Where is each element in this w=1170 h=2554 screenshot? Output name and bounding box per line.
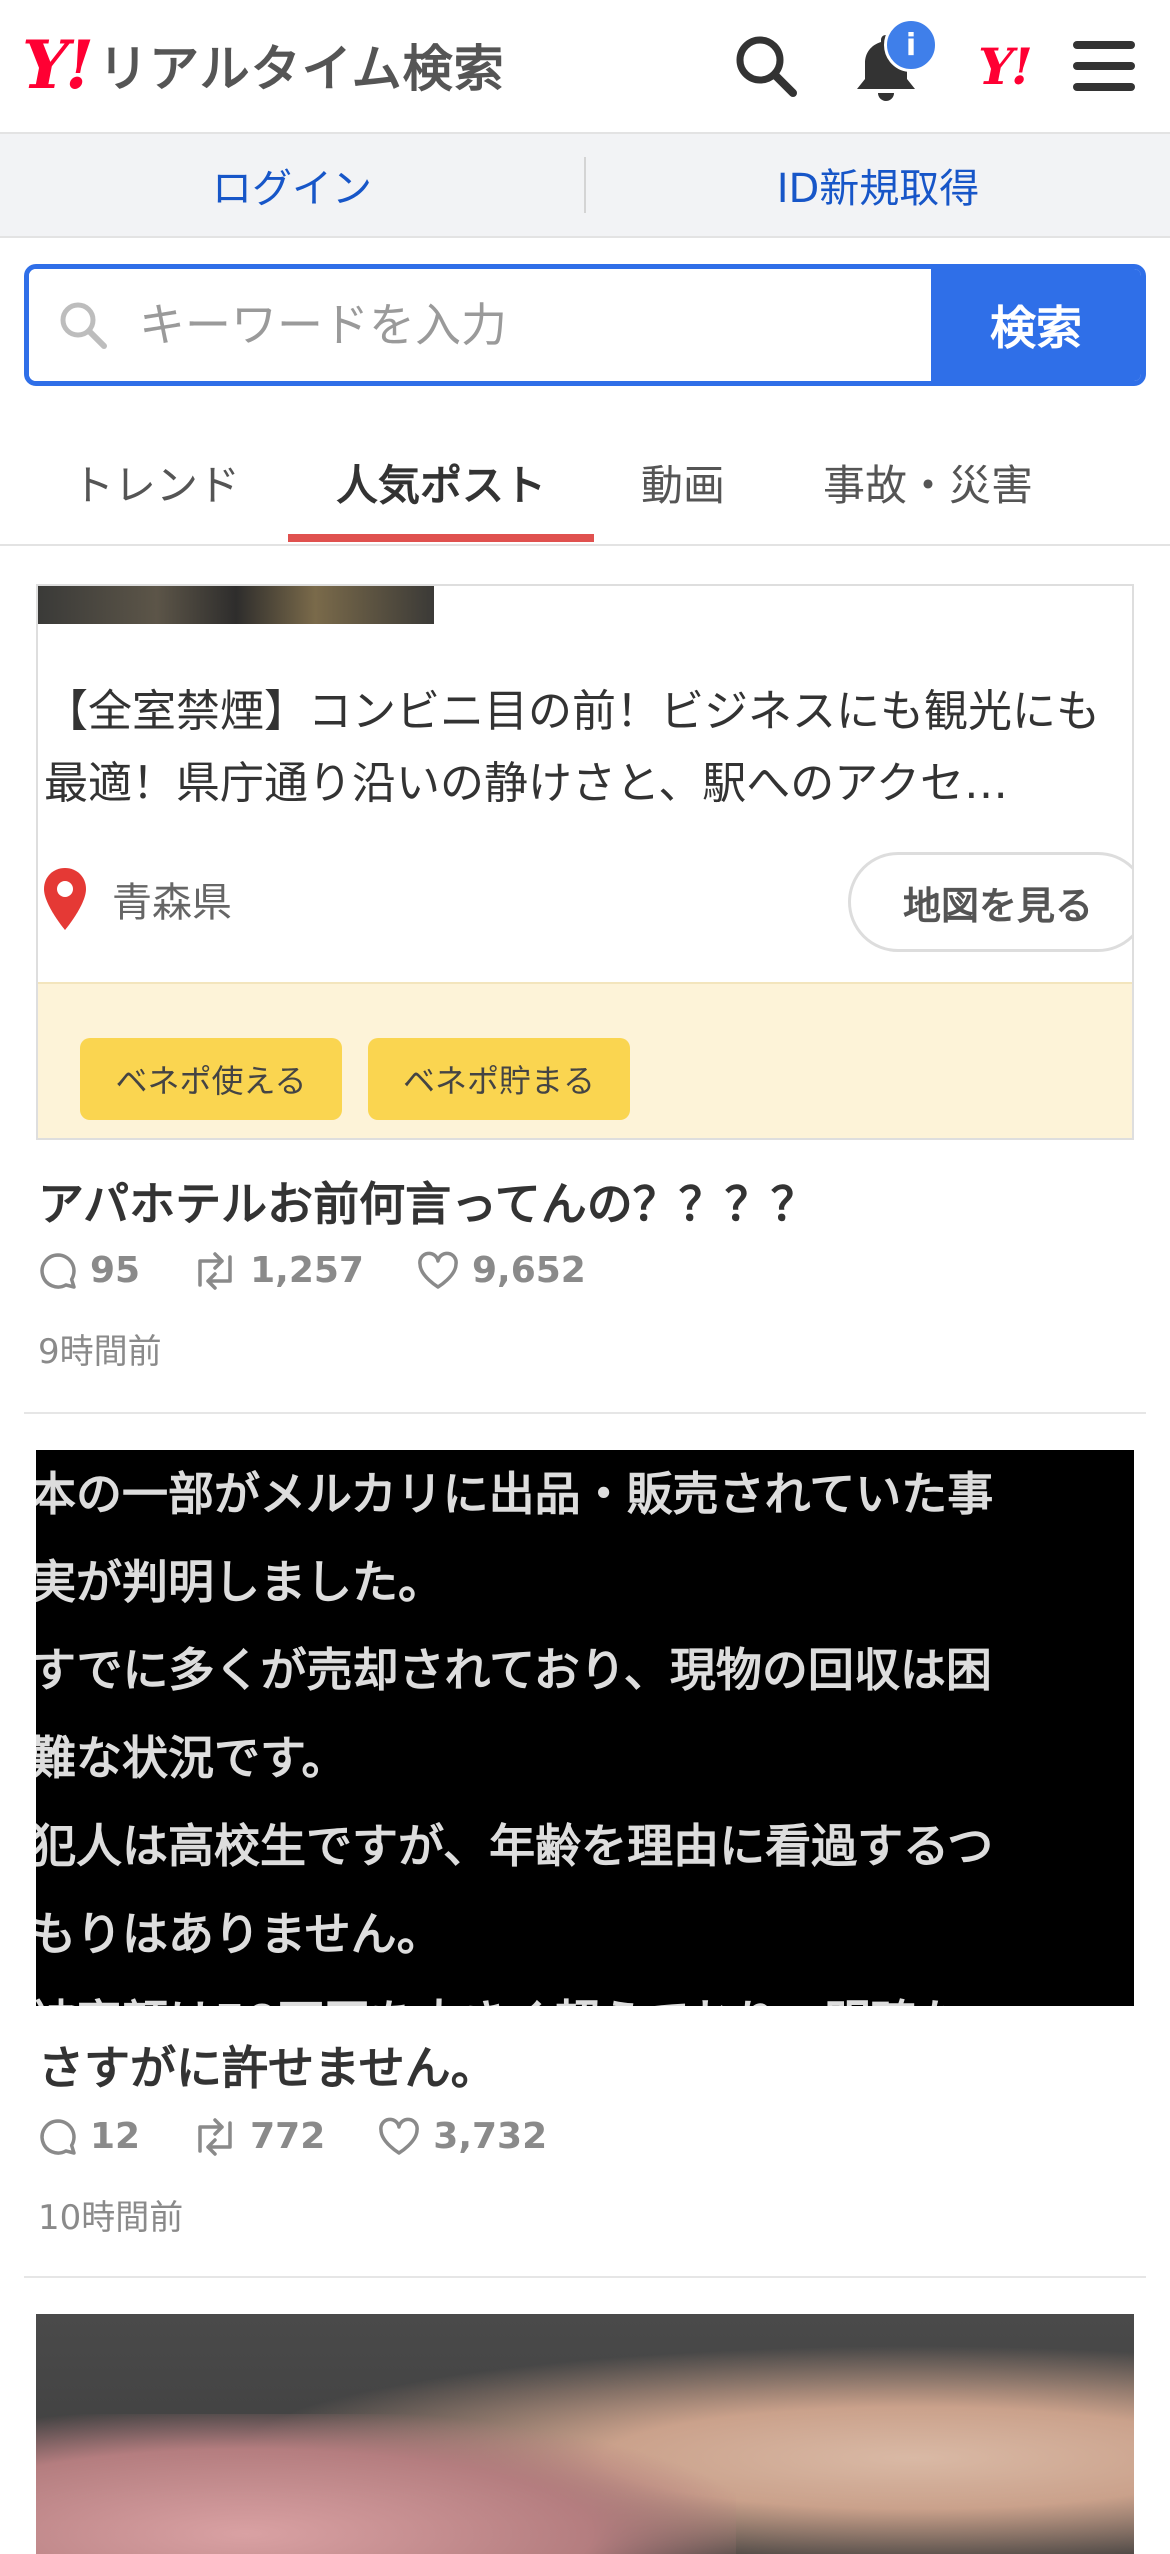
image-text-line: 犯人は高校生ですが、年齢を理由に看過するつ	[36, 1819, 994, 1873]
image-text-line: 被害額は50万円を大きく超えており、明確な	[36, 1978, 963, 2006]
reply-count-value: 95	[90, 1250, 141, 1291]
repost-count-value: 1,257	[250, 1250, 364, 1291]
search-icon[interactable]	[726, 26, 806, 106]
reply-icon	[40, 2118, 76, 2155]
heart-icon	[379, 2117, 420, 2155]
search-field-icon	[60, 302, 107, 349]
reply-count[interactable]: 95	[38, 1250, 140, 1291]
ad-description: 【全室禁煙】コンビニ目の前！ビジネスにも観光にも最適！県庁通り沿いの静けさと、駅…	[44, 686, 1100, 809]
reply-count-value: 12	[90, 2116, 141, 2157]
reply-count[interactable]: 12	[38, 2116, 140, 2157]
post-stats: 12 772 3,732	[38, 2116, 599, 2157]
reply-icon	[40, 1252, 76, 1289]
map-pin-icon	[44, 868, 86, 930]
location-label: 青森県	[112, 880, 232, 926]
tab-trend[interactable]: トレンド	[40, 420, 272, 544]
category-tabs: トレンド 人気ポスト 動画 事故・災害	[0, 420, 1170, 546]
post-title[interactable]: アパホテルお前何言ってんの？？？？	[38, 1168, 817, 1234]
hamburger-menu-icon[interactable]	[1064, 26, 1144, 106]
post-timestamp: 10時間前	[38, 2198, 184, 2238]
image-text-line: 難な状況です。	[36, 1731, 348, 1785]
tab-accidents-disasters[interactable]: 事故・災害	[790, 420, 1066, 544]
repost-count[interactable]: 1,257	[192, 1250, 364, 1291]
view-map-button[interactable]: 地図を見る	[848, 852, 1132, 952]
repost-icon	[198, 2117, 232, 2156]
like-count-value: 9,652	[471, 1250, 586, 1291]
notification-bell-icon[interactable]: i	[846, 18, 938, 106]
photo-detail	[36, 2414, 736, 2554]
post-timestamp: 9時間前	[38, 1332, 162, 1372]
post-title[interactable]: さすがに許せません。	[38, 2032, 497, 2098]
tab-popular-posts[interactable]: 人気ポスト	[288, 420, 594, 544]
search-field	[29, 269, 931, 381]
heart-icon	[418, 1251, 458, 1289]
auth-bar: ログイン ID新規取得	[0, 134, 1170, 238]
login-link[interactable]: ログイン	[0, 156, 584, 214]
like-count[interactable]: 9,652	[416, 1250, 586, 1291]
search-box: 検索	[24, 264, 1146, 386]
yahoo-realtime-logo[interactable]: Y! リアルタイム検索	[22, 30, 505, 100]
image-text-line: もりはありません。	[36, 1907, 443, 1961]
image-text-line: 実が判明しました。	[36, 1555, 444, 1609]
post-divider	[24, 1412, 1146, 1414]
ad-location: 青森県	[44, 868, 232, 930]
yahoo-mark: Y!	[978, 36, 1033, 96]
post-stats: 95 1,257 9,652	[38, 1250, 638, 1291]
repost-count-value: 772	[250, 2116, 326, 2157]
logo-title: リアルタイム検索	[98, 40, 505, 98]
yahoo-logo-mark: Y!	[22, 26, 94, 104]
like-count[interactable]: 3,732	[377, 2116, 547, 2157]
active-tab-indicator	[288, 534, 594, 542]
image-text-line: すでに多くが売却されており、現物の回収は困	[36, 1643, 992, 1697]
like-count-value: 3,732	[433, 2116, 548, 2157]
repost-icon	[198, 1251, 232, 1290]
benepo-earn-chip[interactable]: ベネポ貯まる	[368, 1038, 630, 1120]
search-input[interactable]	[137, 297, 841, 353]
signup-link[interactable]: ID新規取得	[586, 156, 1170, 214]
post-image-text[interactable]: 本の一部がメルカリに出品・販売されていた事 実が判明しました。 すでに多くが売却…	[36, 1450, 1134, 2006]
repost-count[interactable]: 772	[192, 2116, 325, 2157]
notification-badge: i	[884, 18, 938, 72]
app-header: Y! リアルタイム検索 i Y!	[0, 0, 1170, 134]
hotel-photo	[38, 586, 434, 624]
tab-video[interactable]: 動画	[600, 420, 766, 544]
yahoo-top-icon[interactable]: Y!	[964, 26, 1044, 106]
image-text-line: 本の一部がメルカリに出品・販売されていた事	[36, 1467, 994, 1521]
post-photo[interactable]	[36, 2314, 1134, 2554]
search-button[interactable]: 検索	[931, 269, 1141, 381]
benepo-usable-chip[interactable]: ベネポ使える	[80, 1038, 342, 1120]
post-divider	[24, 2276, 1146, 2278]
